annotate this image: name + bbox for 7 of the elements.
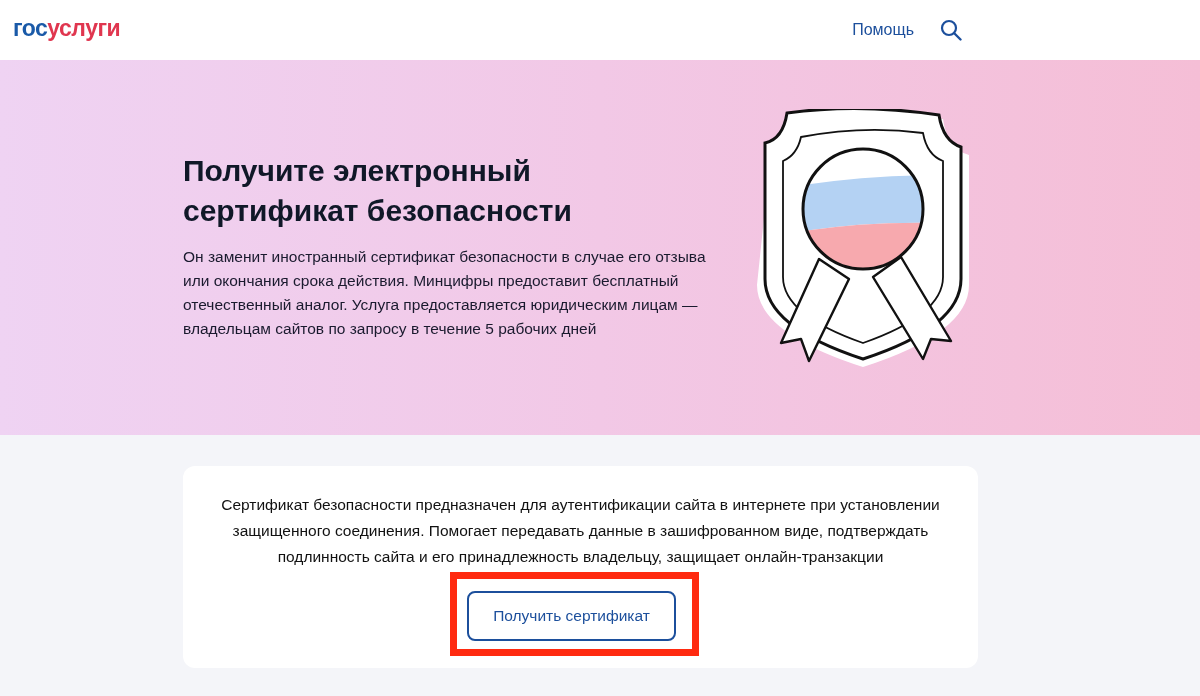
search-icon[interactable]: [940, 19, 962, 41]
get-certificate-button[interactable]: Получить сертификат: [467, 591, 676, 641]
help-link[interactable]: Помощь: [852, 21, 914, 39]
page-title: Получите электронный сертификат безопасности: [183, 152, 573, 229]
info-text: Сертификат безопасности предназначен для аутентификации сайта в интернете при установлении защищенного соединения. Помогает передавать данные в зашифрованном виде, подтверждать подлинность сайта и его принадлежность владельцу, защищает онлайн-транзакции: [220, 495, 941, 567]
description: Он заменит иностранный сертификат безопасности в случае его отзыва или окончания срока действия. Минцифры предоставит бесплатный отечественный аналог. Услуга предоставляется юридическим лицам — владельцам сайтов по запросу в течение 5 рабочих дней: [183, 246, 707, 339]
logo[interactable]: госуслуги: [13, 16, 121, 44]
